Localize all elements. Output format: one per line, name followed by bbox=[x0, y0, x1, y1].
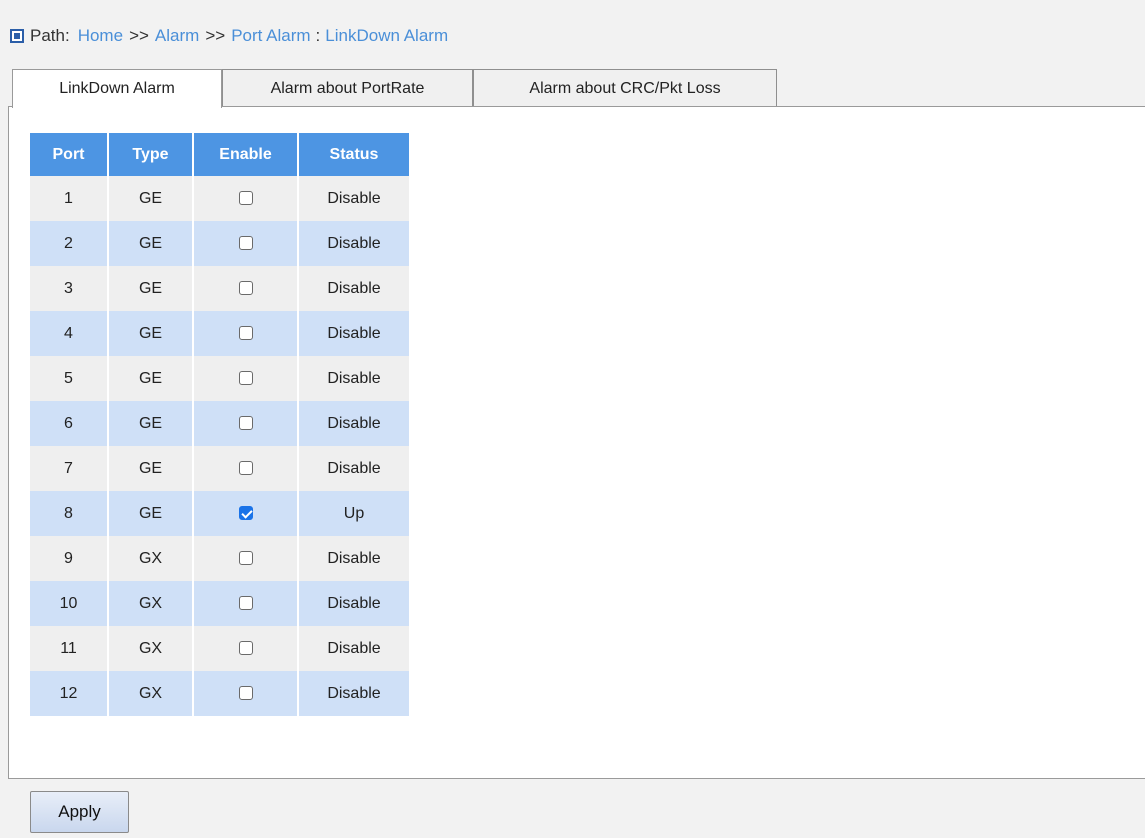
port-number-cell: 5 bbox=[30, 356, 109, 401]
tab-linkdown-alarm[interactable]: LinkDown Alarm bbox=[12, 69, 222, 108]
port-number-cell: 1 bbox=[30, 176, 109, 221]
status-cell: Disable bbox=[298, 221, 409, 266]
breadcrumb-separator: >> bbox=[129, 26, 149, 45]
tab-bar: LinkDown Alarm Alarm about PortRate Alar… bbox=[12, 69, 777, 108]
port-number-cell: 8 bbox=[30, 491, 109, 536]
path-square-icon bbox=[10, 29, 24, 43]
enable-cell bbox=[193, 626, 299, 671]
breadcrumb-current[interactable]: LinkDown Alarm bbox=[325, 26, 448, 46]
column-header-status: Status bbox=[298, 133, 409, 176]
enable-cell bbox=[193, 401, 299, 446]
port-number-cell: 7 bbox=[30, 446, 109, 491]
port-type-cell: GX bbox=[108, 626, 194, 671]
status-cell: Disable bbox=[298, 311, 409, 356]
status-cell: Disable bbox=[298, 626, 409, 671]
enable-checkbox[interactable] bbox=[238, 191, 253, 206]
port-type-cell: GE bbox=[108, 401, 194, 446]
port-number-cell: 12 bbox=[30, 671, 109, 716]
port-number-cell: 11 bbox=[30, 626, 109, 671]
enable-checkbox[interactable] bbox=[238, 416, 253, 431]
enable-cell bbox=[193, 581, 299, 626]
enable-checkbox[interactable] bbox=[238, 236, 253, 251]
table-row: 9 GX Disable bbox=[30, 536, 409, 581]
breadcrumb-alarm-link[interactable]: Alarm bbox=[155, 26, 199, 46]
enable-checkbox[interactable] bbox=[238, 281, 253, 296]
enable-cell bbox=[193, 221, 299, 266]
port-type-cell: GX bbox=[108, 581, 194, 626]
status-cell: Disable bbox=[298, 356, 409, 401]
port-number-cell: 9 bbox=[30, 536, 109, 581]
breadcrumb-colon: : bbox=[315, 26, 321, 45]
enable-checkbox[interactable] bbox=[238, 506, 253, 521]
column-header-type: Type bbox=[108, 133, 194, 176]
table-row: 3 GE Disable bbox=[30, 266, 409, 311]
port-type-cell: GE bbox=[108, 176, 194, 221]
enable-cell bbox=[193, 446, 299, 491]
port-number-cell: 6 bbox=[30, 401, 109, 446]
column-header-enable: Enable bbox=[193, 133, 299, 176]
port-type-cell: GE bbox=[108, 266, 194, 311]
table-row: 6 GE Disable bbox=[30, 401, 409, 446]
enable-cell bbox=[193, 356, 299, 401]
port-number-cell: 10 bbox=[30, 581, 109, 626]
enable-checkbox[interactable] bbox=[238, 596, 253, 611]
table-row: 11 GX Disable bbox=[30, 626, 409, 671]
table-header-row: Port Type Enable Status bbox=[30, 133, 409, 176]
breadcrumb-home-link[interactable]: Home bbox=[78, 26, 123, 46]
enable-cell bbox=[193, 176, 299, 221]
port-type-cell: GE bbox=[108, 311, 194, 356]
breadcrumb: Path: Home >> Alarm >> Port Alarm : Link… bbox=[10, 26, 448, 46]
enable-cell bbox=[193, 671, 299, 716]
tab-content-panel: Port Type Enable Status 1 GE Disable 2 GE Dis… bbox=[8, 106, 1145, 779]
enable-checkbox[interactable] bbox=[238, 686, 253, 701]
port-number-cell: 2 bbox=[30, 221, 109, 266]
port-number-cell: 3 bbox=[30, 266, 109, 311]
enable-cell bbox=[193, 266, 299, 311]
enable-checkbox[interactable] bbox=[238, 551, 253, 566]
status-cell: Disable bbox=[298, 536, 409, 581]
table-row: 1 GE Disable bbox=[30, 176, 409, 221]
port-type-cell: GE bbox=[108, 491, 194, 536]
enable-checkbox[interactable] bbox=[238, 461, 253, 476]
table-row: 12 GX Disable bbox=[30, 671, 409, 716]
table-row: 8 GE Up bbox=[30, 491, 409, 536]
status-cell: Up bbox=[298, 491, 409, 536]
breadcrumb-port-alarm-link[interactable]: Port Alarm bbox=[231, 26, 310, 46]
table-row: 2 GE Disable bbox=[30, 221, 409, 266]
enable-checkbox[interactable] bbox=[238, 326, 253, 341]
status-cell: Disable bbox=[298, 176, 409, 221]
port-alarm-table: Port Type Enable Status 1 GE Disable 2 GE Dis… bbox=[30, 133, 409, 716]
port-type-cell: GX bbox=[108, 536, 194, 581]
table-row: 7 GE Disable bbox=[30, 446, 409, 491]
enable-cell bbox=[193, 311, 299, 356]
status-cell: Disable bbox=[298, 671, 409, 716]
enable-checkbox[interactable] bbox=[238, 371, 253, 386]
status-cell: Disable bbox=[298, 401, 409, 446]
path-label: Path: bbox=[30, 26, 70, 45]
tab-alarm-crc-pkt-loss[interactable]: Alarm about CRC/Pkt Loss bbox=[473, 69, 777, 107]
port-type-cell: GX bbox=[108, 671, 194, 716]
table-row: 5 GE Disable bbox=[30, 356, 409, 401]
column-header-port: Port bbox=[30, 133, 109, 176]
status-cell: Disable bbox=[298, 266, 409, 311]
enable-cell bbox=[193, 491, 299, 536]
port-type-cell: GE bbox=[108, 446, 194, 491]
tab-alarm-portrate[interactable]: Alarm about PortRate bbox=[222, 69, 473, 107]
table-row: 10 GX Disable bbox=[30, 581, 409, 626]
port-type-cell: GE bbox=[108, 356, 194, 401]
table-row: 4 GE Disable bbox=[30, 311, 409, 356]
breadcrumb-separator: >> bbox=[205, 26, 226, 45]
port-type-cell: GE bbox=[108, 221, 194, 266]
port-number-cell: 4 bbox=[30, 311, 109, 356]
apply-button[interactable]: Apply bbox=[30, 791, 129, 833]
status-cell: Disable bbox=[298, 446, 409, 491]
status-cell: Disable bbox=[298, 581, 409, 626]
enable-cell bbox=[193, 536, 299, 581]
enable-checkbox[interactable] bbox=[238, 641, 253, 656]
